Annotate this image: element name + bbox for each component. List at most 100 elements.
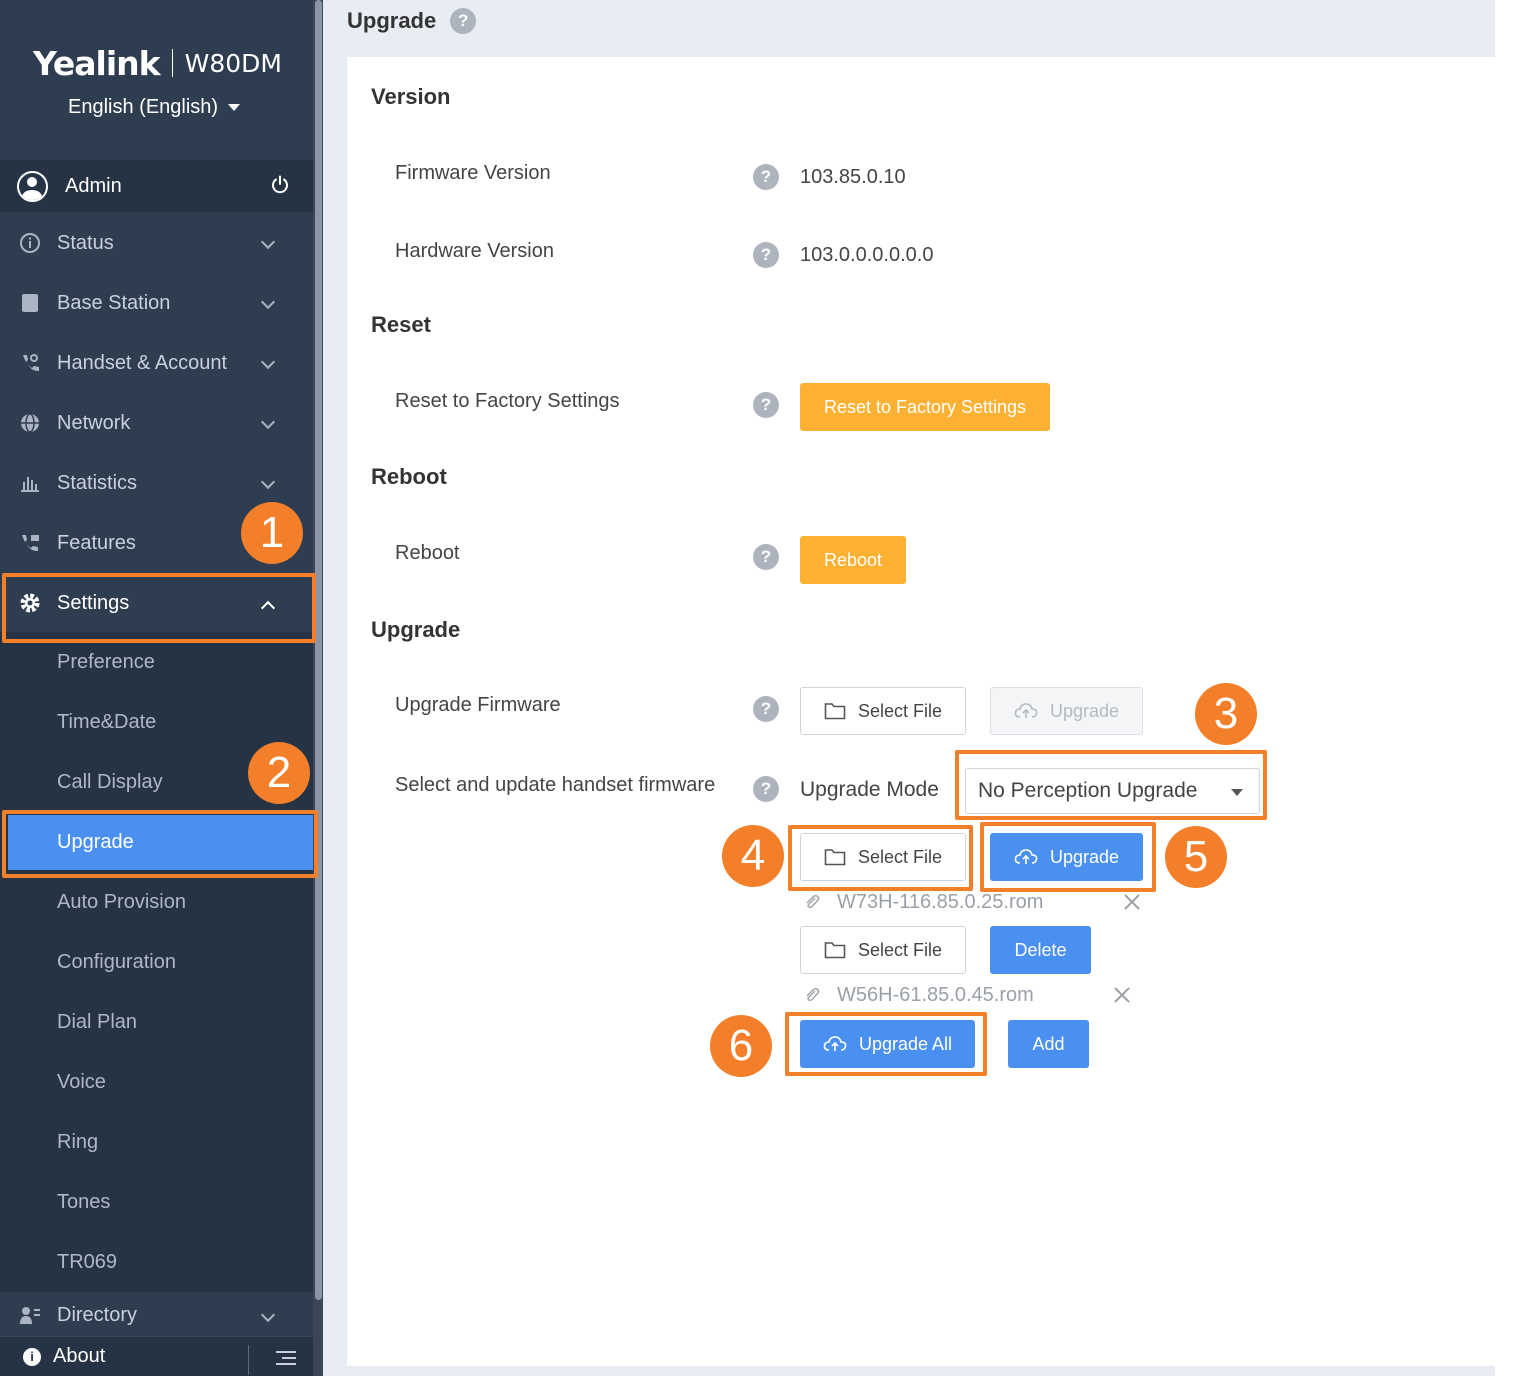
upgrade-firmware-label: Upgrade Firmware (395, 694, 561, 716)
paperclip-icon (806, 987, 820, 1002)
cloud-upload-icon (823, 1036, 847, 1051)
language-selector[interactable]: English (English) (68, 96, 241, 119)
nav-directory[interactable]: Directory (0, 1292, 313, 1338)
close-icon[interactable] (1112, 985, 1132, 1005)
nav-status[interactable]: Status (0, 213, 313, 273)
sub-upgrade[interactable]: Upgrade (8, 815, 313, 870)
nav-settings-label: Settings (57, 591, 130, 614)
about-info-icon: i (23, 1347, 41, 1366)
reset-factory-label: Reset to Factory Settings (395, 390, 620, 412)
nav-handset-account[interactable]: Handset & Account (0, 333, 313, 393)
add-button[interactable]: Add (1008, 1020, 1089, 1068)
right-margin (1495, 0, 1536, 1376)
page-title-text: Upgrade (347, 8, 437, 33)
sub-ring[interactable]: Ring (0, 1112, 313, 1172)
delete-button[interactable]: Delete (990, 926, 1091, 974)
chevron-down-icon (260, 474, 276, 490)
chevron-down-icon (260, 234, 276, 250)
reset-factory-button[interactable]: Reset to Factory Settings (800, 383, 1050, 431)
bottom-strip (323, 1366, 1495, 1376)
sub-dial-plan[interactable]: Dial Plan (0, 992, 313, 1052)
chevron-down-icon (260, 414, 276, 430)
sub-preference[interactable]: Preference (0, 632, 313, 692)
sidebar: Yealink W80DM English (English) Admin St… (0, 0, 315, 1376)
file-name-1: W73H-116.85.0.25.rom (837, 891, 1044, 913)
folder-icon (824, 942, 846, 959)
brand-divider (171, 49, 173, 77)
upgrade-all-button[interactable]: Upgrade All (800, 1020, 975, 1068)
callout-badge-5: 5 (1165, 826, 1227, 888)
gear-icon (19, 592, 41, 614)
nav-base-station[interactable]: Base Station (0, 273, 313, 333)
upgrade-mode-label: Upgrade Mode (800, 778, 939, 801)
nav-statistics-label: Statistics (57, 471, 138, 494)
callout-badge-3: 3 (1195, 683, 1257, 745)
brand-name: Yealink (33, 43, 161, 83)
phone-features-icon (19, 532, 41, 554)
user-avatar-icon (17, 170, 48, 202)
chevron-up-icon (260, 600, 276, 616)
handset-upgrade-button[interactable]: Upgrade (990, 833, 1143, 881)
brand-logo: Yealink W80DM (0, 38, 315, 88)
globe-icon (19, 412, 41, 434)
help-icon[interactable]: ? (753, 776, 779, 802)
callout-badge-1: 1 (241, 502, 303, 564)
upgrade-firmware-button[interactable]: Upgrade (990, 687, 1143, 735)
firmware-version-value: 103.85.0.10 (800, 166, 906, 188)
callout-badge-4: 4 (722, 825, 784, 887)
cloud-upload-icon (1014, 849, 1038, 864)
sub-tr069[interactable]: TR069 (0, 1232, 313, 1292)
section-reset-title: Reset (371, 312, 431, 337)
nav-network[interactable]: Network (0, 393, 313, 453)
sub-auto-provision[interactable]: Auto Provision (0, 872, 313, 932)
handset-select-file-button-1[interactable]: Select File (800, 833, 966, 881)
handset-icon (19, 352, 41, 374)
folder-icon (824, 849, 846, 866)
bar-chart-icon (19, 472, 41, 494)
help-icon[interactable]: ? (753, 544, 779, 570)
help-icon[interactable]: ? (753, 392, 779, 418)
reboot-button[interactable]: Reboot (800, 536, 906, 584)
help-icon[interactable]: ? (753, 242, 779, 268)
upgrade-all-label: Upgrade All (858, 1033, 953, 1054)
hardware-version-label: Hardware Version (395, 240, 554, 262)
sub-tones[interactable]: Tones (0, 1172, 313, 1232)
collapse-menu-icon[interactable] (276, 1351, 296, 1365)
select-file-label: Select File (857, 939, 943, 960)
nav-directory-label: Directory (57, 1303, 138, 1326)
directory-icon (19, 1304, 41, 1326)
nav-settings[interactable]: Settings (0, 573, 313, 633)
section-version-title: Version (371, 84, 451, 109)
upgrade-mode-select[interactable]: No Perception Upgrade (965, 768, 1260, 814)
nav-status-label: Status (57, 231, 114, 254)
about-link[interactable]: About (53, 1345, 105, 1368)
caret-down-icon (1231, 789, 1243, 796)
sub-time-date[interactable]: Time&Date (0, 692, 313, 752)
brand-model: W80DM (184, 48, 282, 78)
hardware-version-value: 103.0.0.0.0.0.0 (800, 244, 934, 266)
close-icon[interactable] (1122, 892, 1142, 912)
callout-badge-6: 6 (710, 1015, 772, 1077)
upgrade-label: Upgrade (1049, 700, 1120, 721)
sub-voice[interactable]: Voice (0, 1052, 313, 1112)
divider (248, 1345, 249, 1375)
select-file-button[interactable]: Select File (800, 687, 966, 735)
help-icon[interactable]: ? (753, 696, 779, 722)
sidebar-scrollbar-thumb[interactable] (315, 0, 322, 1300)
handset-select-file-button-2[interactable]: Select File (800, 926, 966, 974)
paperclip-icon (806, 894, 820, 909)
sub-configuration[interactable]: Configuration (0, 932, 313, 992)
section-reboot-title: Reboot (371, 464, 447, 489)
folder-icon (824, 703, 846, 720)
cloud-upload-icon (1014, 703, 1038, 718)
nav-base-station-label: Base Station (57, 291, 171, 314)
upgrade-label: Upgrade (1049, 846, 1120, 867)
nav-handset-account-label: Handset & Account (57, 351, 228, 374)
help-icon[interactable]: ? (753, 164, 779, 190)
admin-label: Admin (65, 174, 122, 197)
language-label: English (English) (68, 96, 219, 118)
nav-network-label: Network (57, 411, 131, 434)
power-icon[interactable] (270, 175, 290, 195)
file-name-2: W56H-61.85.0.45.rom (837, 984, 1034, 1006)
help-icon[interactable]: ? (450, 8, 477, 34)
